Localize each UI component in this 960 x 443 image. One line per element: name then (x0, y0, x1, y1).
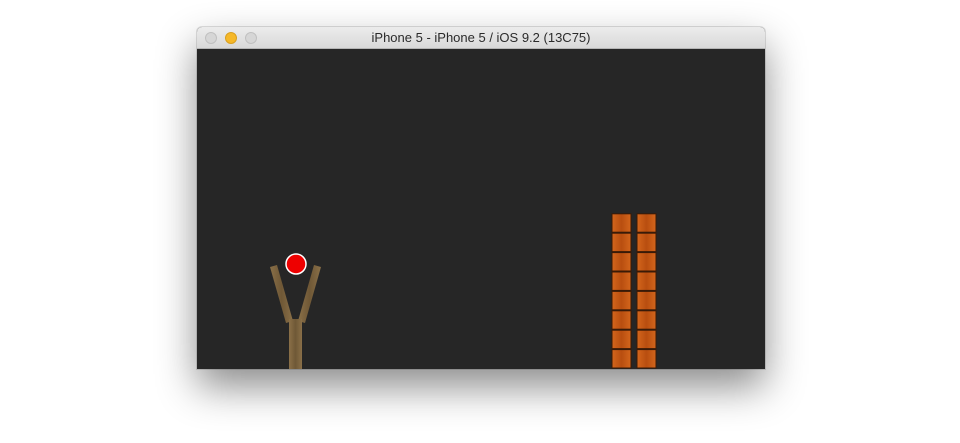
brick-block[interactable] (636, 271, 657, 291)
slingshot-right-arm (298, 265, 321, 323)
simulator-window: iPhone 5 - iPhone 5 / iOS 9.2 (13C75) (197, 27, 765, 369)
brick-block[interactable] (636, 329, 657, 350)
brick-block[interactable] (636, 213, 657, 233)
title-bar[interactable]: iPhone 5 - iPhone 5 / iOS 9.2 (13C75) (197, 27, 765, 49)
brick-block[interactable] (611, 252, 632, 272)
brick-block[interactable] (611, 290, 632, 311)
game-viewport[interactable] (197, 49, 765, 369)
window-title: iPhone 5 - iPhone 5 / iOS 9.2 (13C75) (371, 30, 591, 45)
brick-block[interactable] (611, 213, 632, 233)
brick-block[interactable] (611, 271, 632, 291)
slingshot[interactable] (270, 265, 321, 369)
brick-block[interactable] (636, 310, 657, 330)
slingshot-left-arm (270, 265, 293, 323)
brick-block[interactable] (611, 329, 632, 350)
slingshot-handle (289, 319, 302, 369)
brick-block[interactable] (636, 252, 657, 272)
brick-block[interactable] (636, 349, 657, 369)
red-ball[interactable] (285, 253, 307, 275)
game-scene (270, 213, 657, 369)
brick-block[interactable] (636, 232, 657, 253)
brick-block[interactable] (611, 310, 632, 330)
brick-block[interactable] (611, 349, 632, 369)
brick-block[interactable] (636, 290, 657, 311)
brick-towers (611, 213, 657, 369)
brick-block[interactable] (611, 232, 632, 253)
